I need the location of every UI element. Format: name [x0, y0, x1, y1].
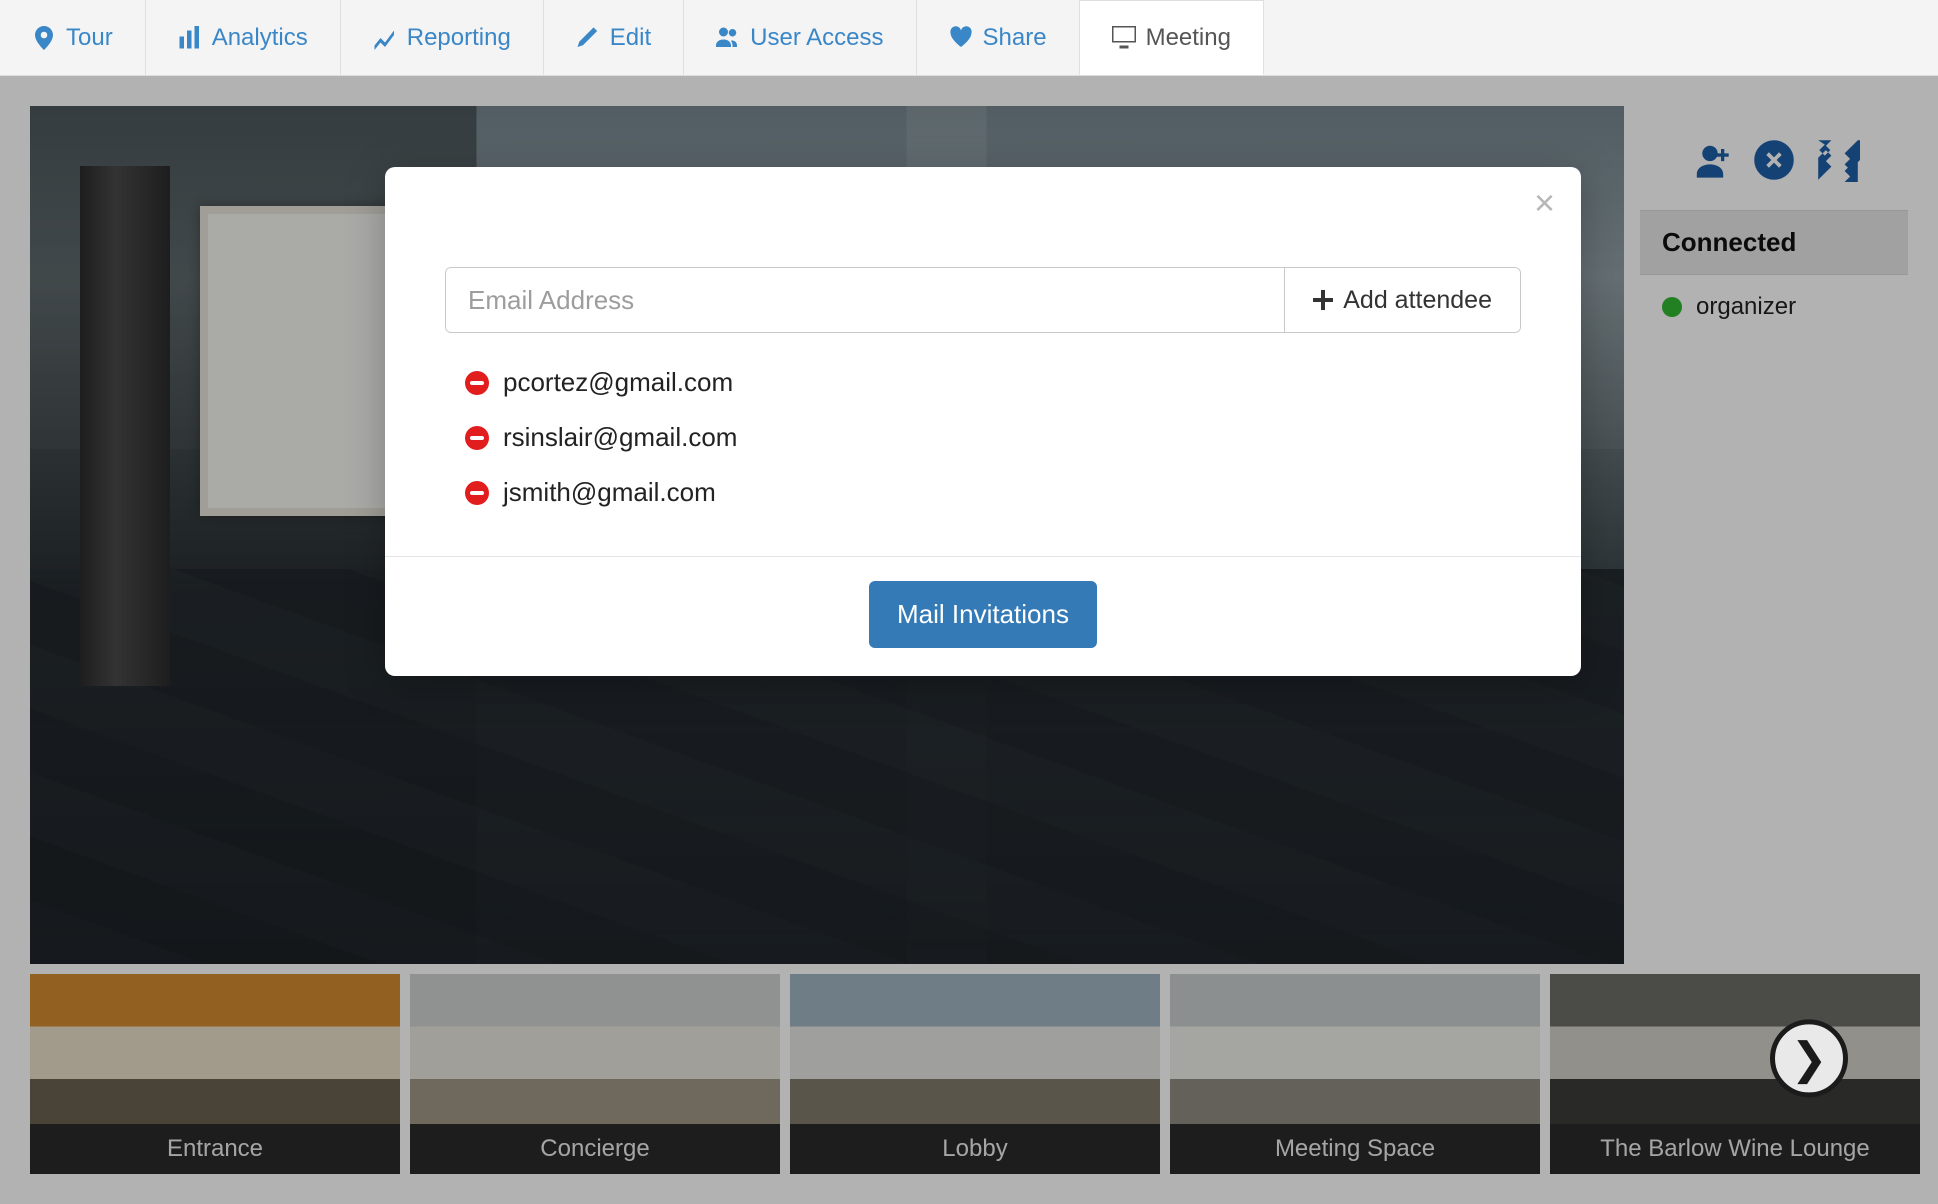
tab-label: Edit	[610, 24, 651, 52]
line-chart-icon	[373, 26, 397, 50]
add-attendee-label: Add attendee	[1343, 286, 1492, 315]
invite-input-group: Add attendee	[445, 267, 1521, 333]
attendee-email: rsinslair@gmail.com	[503, 422, 737, 453]
users-icon	[716, 26, 740, 50]
close-icon[interactable]: ×	[1534, 185, 1555, 221]
tab-label: Meeting	[1146, 24, 1231, 52]
attendee-row: rsinslair@gmail.com	[465, 422, 1521, 453]
bar-chart-icon	[178, 26, 202, 50]
tab-tour[interactable]: Tour	[0, 0, 146, 75]
pencil-icon	[576, 26, 600, 50]
tab-share[interactable]: Share	[917, 0, 1080, 75]
tab-user-access[interactable]: User Access	[684, 0, 916, 75]
add-attendee-button[interactable]: Add attendee	[1284, 268, 1520, 332]
tab-analytics[interactable]: Analytics	[146, 0, 341, 75]
pin-icon	[32, 26, 56, 50]
tab-edit[interactable]: Edit	[544, 0, 684, 75]
tab-label: Tour	[66, 24, 113, 52]
plus-icon	[1313, 290, 1333, 310]
attendee-row: jsmith@gmail.com	[465, 477, 1521, 508]
tab-label: User Access	[750, 24, 883, 52]
top-tabbar: Tour Analytics Reporting Edit User Acces…	[0, 0, 1938, 76]
invite-attendees-modal: × Add attendee pcortez@gmail.com rsinsla…	[385, 167, 1581, 676]
tab-reporting[interactable]: Reporting	[341, 0, 544, 75]
remove-attendee-icon[interactable]	[465, 481, 489, 505]
attendee-email: jsmith@gmail.com	[503, 477, 716, 508]
next-thumbnails-button[interactable]: ❯	[1770, 1019, 1848, 1097]
mail-invitations-button[interactable]: Mail Invitations	[869, 581, 1097, 648]
tab-meeting[interactable]: Meeting	[1080, 0, 1264, 75]
email-input[interactable]	[446, 268, 1284, 332]
remove-attendee-icon[interactable]	[465, 426, 489, 450]
remove-attendee-icon[interactable]	[465, 371, 489, 395]
attendee-email: pcortez@gmail.com	[503, 367, 733, 398]
heart-icon	[949, 26, 973, 50]
attendee-list: pcortez@gmail.com rsinslair@gmail.com js…	[445, 333, 1521, 528]
tab-label: Reporting	[407, 24, 511, 52]
monitor-icon	[1112, 26, 1136, 50]
attendee-row: pcortez@gmail.com	[465, 367, 1521, 398]
chevron-right-icon: ❯	[1791, 1033, 1828, 1084]
tab-label: Share	[983, 24, 1047, 52]
tab-label: Analytics	[212, 24, 308, 52]
